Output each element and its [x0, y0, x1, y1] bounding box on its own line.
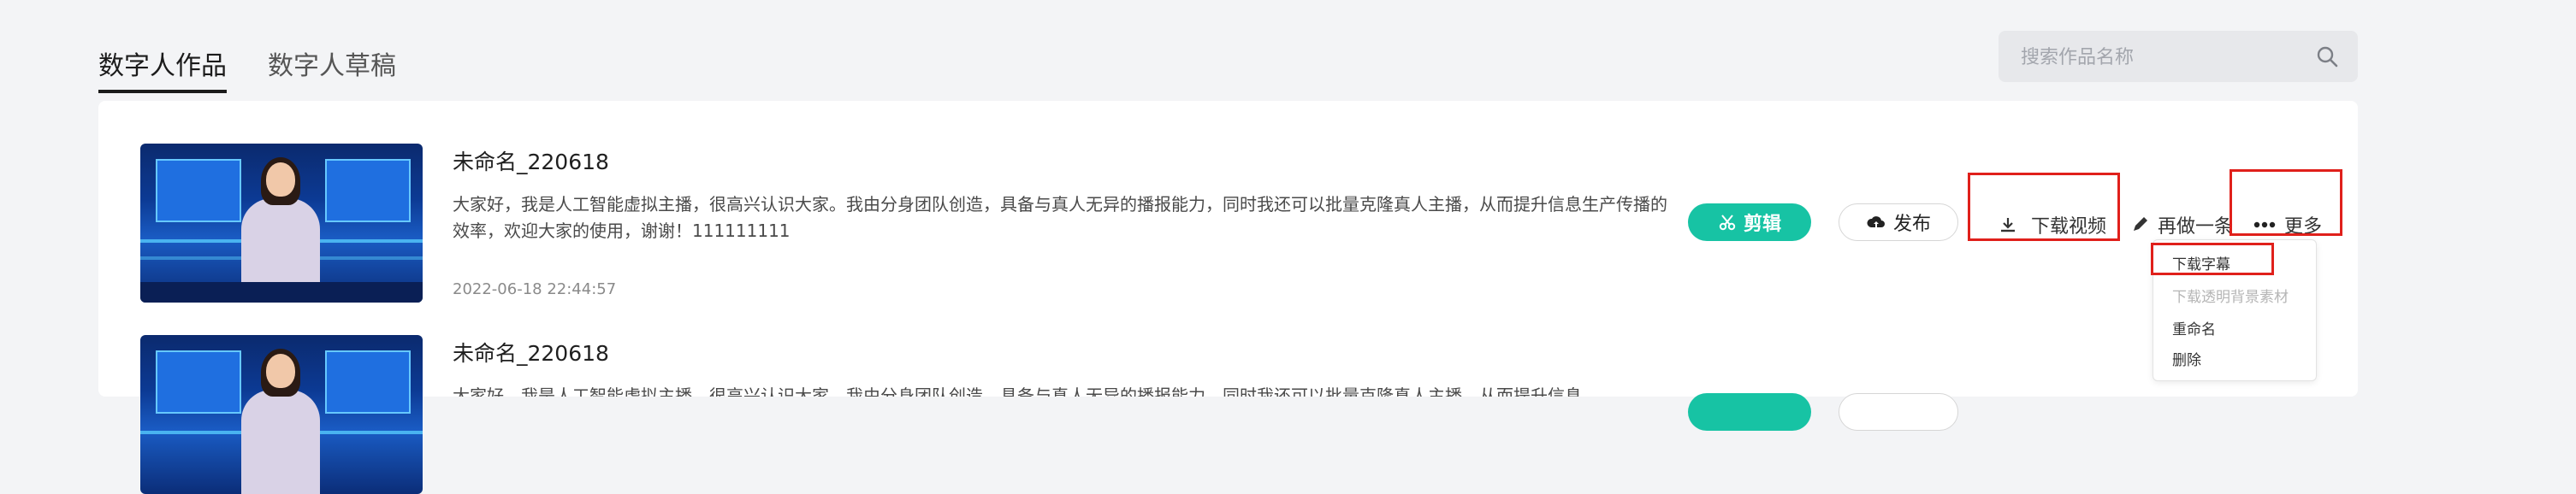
tab-digital-human-works[interactable]: 数字人作品 — [98, 48, 227, 85]
menu-item-download-transparent-bg[interactable]: 下载透明背景素材 — [2172, 285, 2289, 306]
edit-button[interactable] — [1688, 393, 1811, 431]
publish-button[interactable] — [1839, 393, 1958, 431]
active-tab-underline — [98, 90, 227, 93]
tab-digital-human-drafts[interactable]: 数字人草稿 — [268, 48, 396, 85]
works-list-panel — [98, 101, 2358, 397]
publish-button-label: 发布 — [1892, 214, 1931, 235]
download-subtitles-highlight — [2151, 243, 2274, 275]
work-date: 2022-06-18 22:44:57 — [453, 280, 617, 298]
search-input[interactable] — [2019, 31, 2305, 84]
edit-button[interactable]: 剪辑 — [1688, 203, 1811, 241]
pencil-icon — [2134, 217, 2147, 231]
menu-item-rename[interactable]: 重命名 — [2172, 317, 2216, 338]
video-thumbnail[interactable] — [140, 335, 423, 494]
upload-cloud-icon — [1867, 216, 1885, 227]
edit-button-label: 剪辑 — [1743, 214, 1781, 235]
video-thumbnail[interactable] — [140, 144, 423, 303]
search-box — [1999, 31, 2358, 84]
work-title: 未命名_220618 — [453, 341, 609, 366]
work-title: 未命名_220618 — [453, 150, 609, 174]
remake-label: 再做一条 — [2158, 216, 2234, 238]
work-description: 大家好，我是人工智能虚拟主播，很高兴认识大家。我由分身团队创造，具备与真人无异的… — [453, 385, 1582, 397]
remake-button[interactable]: 再做一条 — [2130, 211, 2233, 238]
work-description: 大家好，我是人工智能虚拟主播，很高兴认识大家。我由分身团队创造，具备与真人无异的… — [453, 194, 1667, 241]
search-icon[interactable] — [2315, 44, 2339, 68]
more-highlight — [2230, 169, 2342, 236]
scissors-icon — [1719, 215, 1736, 231]
publish-button[interactable]: 发布 — [1839, 203, 1958, 241]
menu-item-delete[interactable]: 删除 — [2172, 348, 2201, 369]
download-video-highlight — [1968, 173, 2120, 241]
